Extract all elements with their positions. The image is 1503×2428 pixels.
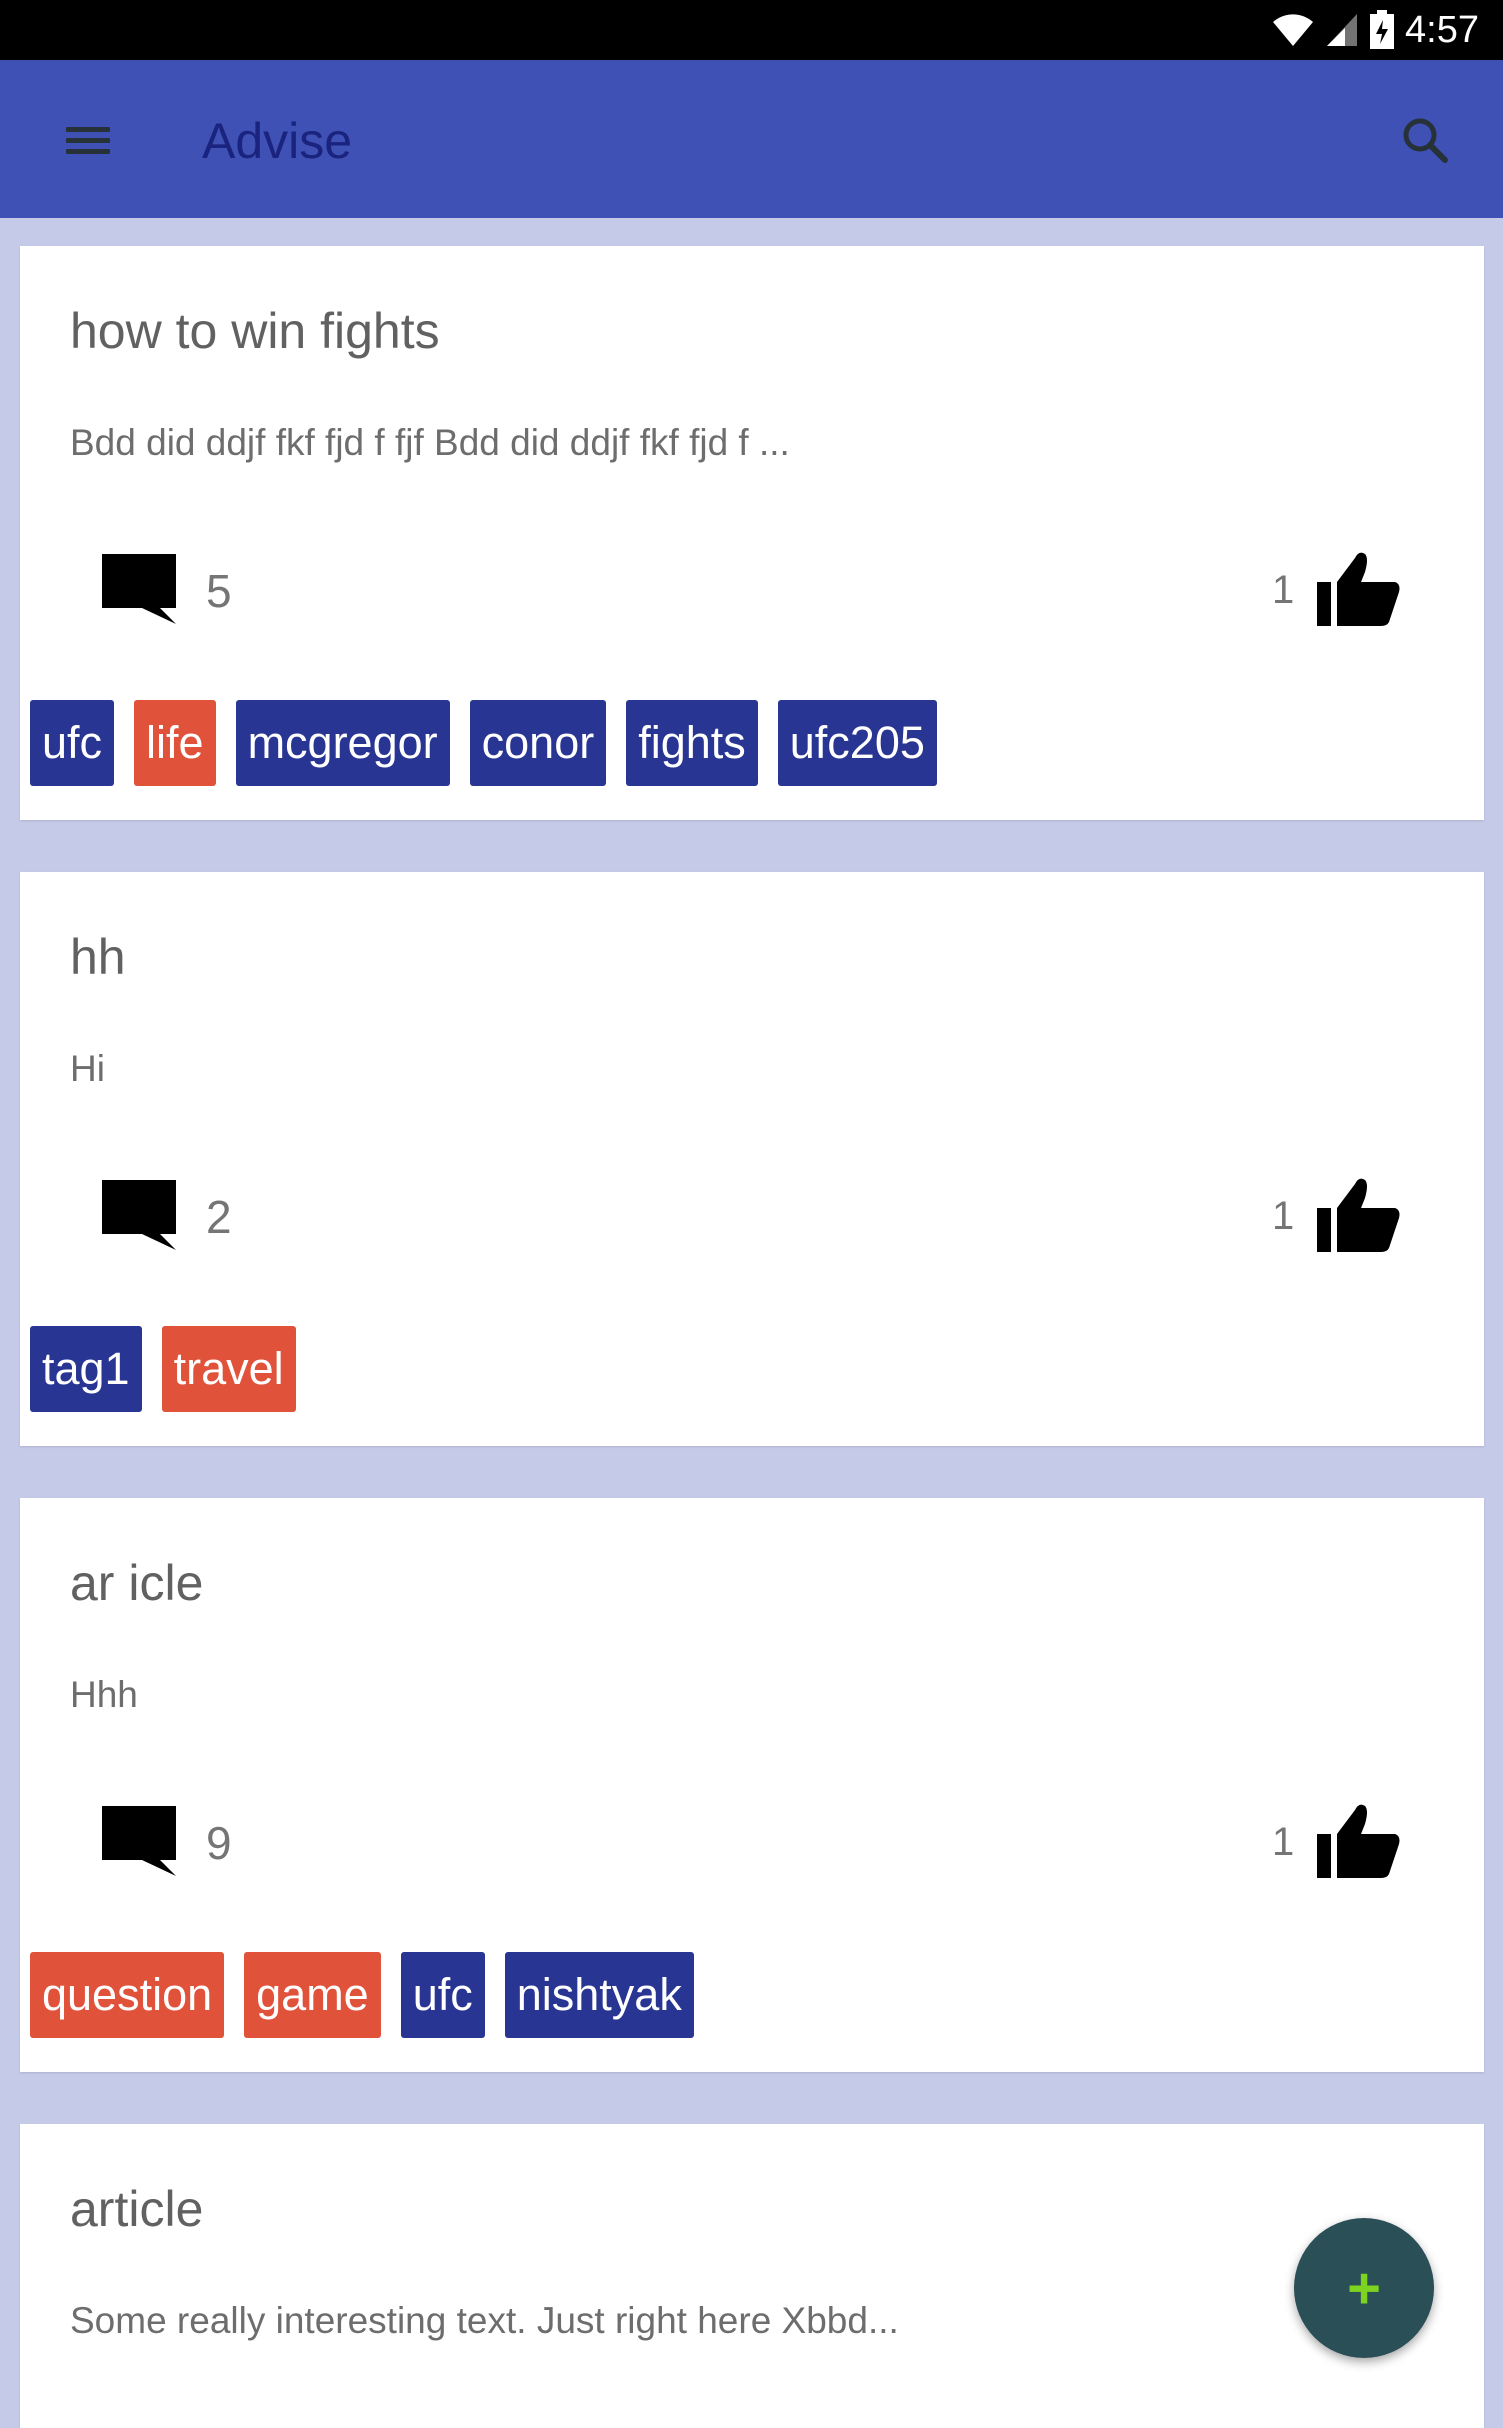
tag-list: tag1 travel (30, 1326, 296, 1412)
comment-count: 2 (206, 1191, 232, 1243)
tag-chip[interactable]: question (30, 1952, 225, 2038)
post-title: how to win fights (70, 303, 440, 359)
tag-chip[interactable]: ufc (400, 1952, 485, 2038)
tag-chip[interactable]: fights (626, 700, 758, 786)
post-card[interactable]: article Some really interesting text. Ju… (20, 2124, 1484, 2428)
comment-icon[interactable] (100, 552, 178, 626)
thumbs-up-icon[interactable] (1315, 1800, 1403, 1880)
tag-chip[interactable]: travel (161, 1326, 296, 1412)
tag-list: question game ufc nishtyak (30, 1952, 694, 2038)
post-body: Hi (70, 1048, 105, 1089)
comment-count: 9 (206, 1817, 232, 1869)
post-body: Some really interesting text. Just right… (70, 2300, 899, 2341)
app-title: Advise (202, 113, 353, 169)
post-title: article (70, 2181, 204, 2237)
tag-chip[interactable]: nishtyak (504, 1952, 694, 2038)
plus-icon: + (1347, 2255, 1381, 2321)
post-title: ar icle (70, 1555, 204, 1611)
tag-chip[interactable]: ufc (30, 700, 115, 786)
signal-icon (1327, 14, 1358, 46)
like-count: 1 (1272, 1194, 1295, 1238)
post-title: hh (70, 929, 126, 985)
thumbs-up-icon[interactable] (1315, 1174, 1403, 1254)
post-card[interactable]: how to win fights Bdd did ddjf fkf fjd f… (20, 246, 1484, 820)
comment-count: 5 (206, 565, 232, 617)
hamburger-menu-icon[interactable] (58, 113, 118, 167)
tag-chip[interactable]: game (244, 1952, 381, 2038)
tag-chip[interactable]: conor (469, 700, 607, 786)
comment-icon[interactable] (100, 1178, 178, 1252)
tag-chip[interactable]: tag1 (30, 1326, 142, 1412)
wifi-icon (1273, 14, 1314, 46)
like-count: 1 (1272, 568, 1295, 612)
post-card[interactable]: ar icle Hhh 9 1 question game ufc nishty… (20, 1498, 1484, 2072)
post-card[interactable]: hh Hi 2 1 tag1 travel (20, 872, 1484, 1446)
app-bar: Advise (0, 60, 1503, 218)
post-body: Bdd did ddjf fkf fjd f fjf Bdd did ddjf … (70, 422, 790, 463)
status-bar: 4:57 (0, 0, 1503, 60)
comment-icon[interactable] (100, 1804, 178, 1878)
status-icons: 4:57 (1271, 0, 1479, 60)
status-time: 4:57 (1405, 8, 1479, 51)
battery-icon (1370, 10, 1395, 49)
tag-chip[interactable]: mcgregor (235, 700, 450, 786)
post-body: Hhh (70, 1674, 138, 1715)
tag-chip[interactable]: life (134, 700, 216, 786)
add-post-button[interactable]: + (1294, 2218, 1434, 2358)
tag-chip[interactable]: ufc205 (777, 700, 937, 786)
search-icon[interactable] (1395, 110, 1455, 170)
like-count: 1 (1272, 1820, 1295, 1864)
tag-list: ufc life mcgregor conor fights ufc205 (30, 700, 937, 786)
thumbs-up-icon[interactable] (1315, 548, 1403, 628)
